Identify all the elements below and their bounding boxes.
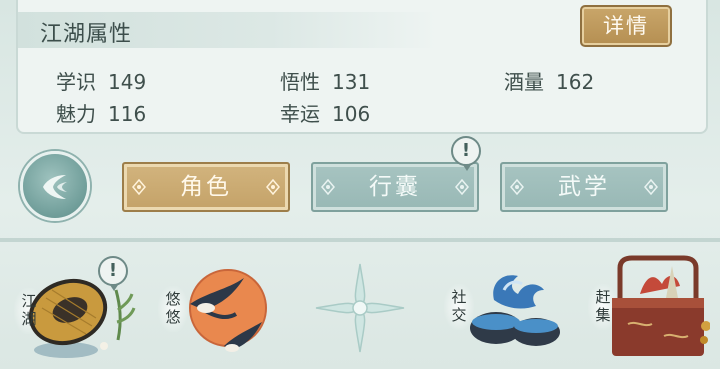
nav-label: 江湖 xyxy=(14,288,44,334)
tab-label: 行囊 xyxy=(369,174,421,200)
market-basket-icon xyxy=(612,255,710,356)
nav-label: 社交 xyxy=(444,284,474,330)
cloud-ornament-icon xyxy=(644,179,658,195)
stat-label: 学识 xyxy=(56,70,96,94)
stat-luck: 幸运 106 xyxy=(280,98,370,127)
cloud-ornament-icon xyxy=(266,179,280,195)
inventory-alert-icon: ! xyxy=(451,136,481,171)
wave-bowls-icon xyxy=(470,275,560,346)
stat-learning: 学识 149 xyxy=(56,66,146,95)
stat-label: 酒量 xyxy=(504,70,544,94)
stat-comprehension: 悟性 131 xyxy=(280,66,370,95)
stat-label: 悟性 xyxy=(280,70,320,94)
stat-drinking: 酒量 162 xyxy=(504,66,594,95)
compass-star-icon xyxy=(315,263,405,353)
back-button[interactable] xyxy=(20,151,90,221)
tab-inventory[interactable]: 行囊 xyxy=(311,162,479,212)
tab-martial-arts[interactable]: 武学 xyxy=(500,162,668,212)
stat-value: 116 xyxy=(108,102,147,126)
nav-youyou[interactable]: 悠悠 xyxy=(156,250,276,369)
nav-social[interactable]: 社交 xyxy=(442,250,566,369)
stat-label: 魅力 xyxy=(56,102,96,126)
stat-value: 162 xyxy=(556,70,595,94)
nav-label: 赶集 xyxy=(588,284,618,330)
jianghu-alert-icon: ! xyxy=(98,256,128,291)
cloud-ornament-icon xyxy=(510,179,524,195)
attributes-panel: 江湖属性 详情 学识 149 悟性 131 酒量 162 魅力 116 幸运 106 xyxy=(16,0,708,134)
section-divider xyxy=(0,238,720,242)
stat-value: 149 xyxy=(108,70,147,94)
stat-value: 131 xyxy=(332,70,371,94)
stat-value: 106 xyxy=(332,102,371,126)
tab-character[interactable]: 角色 xyxy=(122,162,290,212)
detail-button[interactable]: 详情 xyxy=(580,5,672,47)
stat-charm: 魅力 116 xyxy=(56,98,146,127)
nav-jianghu[interactable]: ! 江湖 xyxy=(12,250,142,369)
cloud-ornament-icon xyxy=(455,179,469,195)
cloud-ornament-icon xyxy=(132,179,146,195)
cloud-ornament-icon xyxy=(321,179,335,195)
stat-label: 幸运 xyxy=(280,102,320,126)
nav-label: 悠悠 xyxy=(158,286,188,332)
panel-title: 江湖属性 xyxy=(40,22,133,47)
nav-center-star[interactable] xyxy=(312,250,408,369)
nav-market[interactable]: 赶集 xyxy=(586,250,716,369)
tab-label: 武学 xyxy=(558,174,610,200)
tab-label: 角色 xyxy=(180,174,232,200)
back-arrow-icon xyxy=(43,175,67,199)
